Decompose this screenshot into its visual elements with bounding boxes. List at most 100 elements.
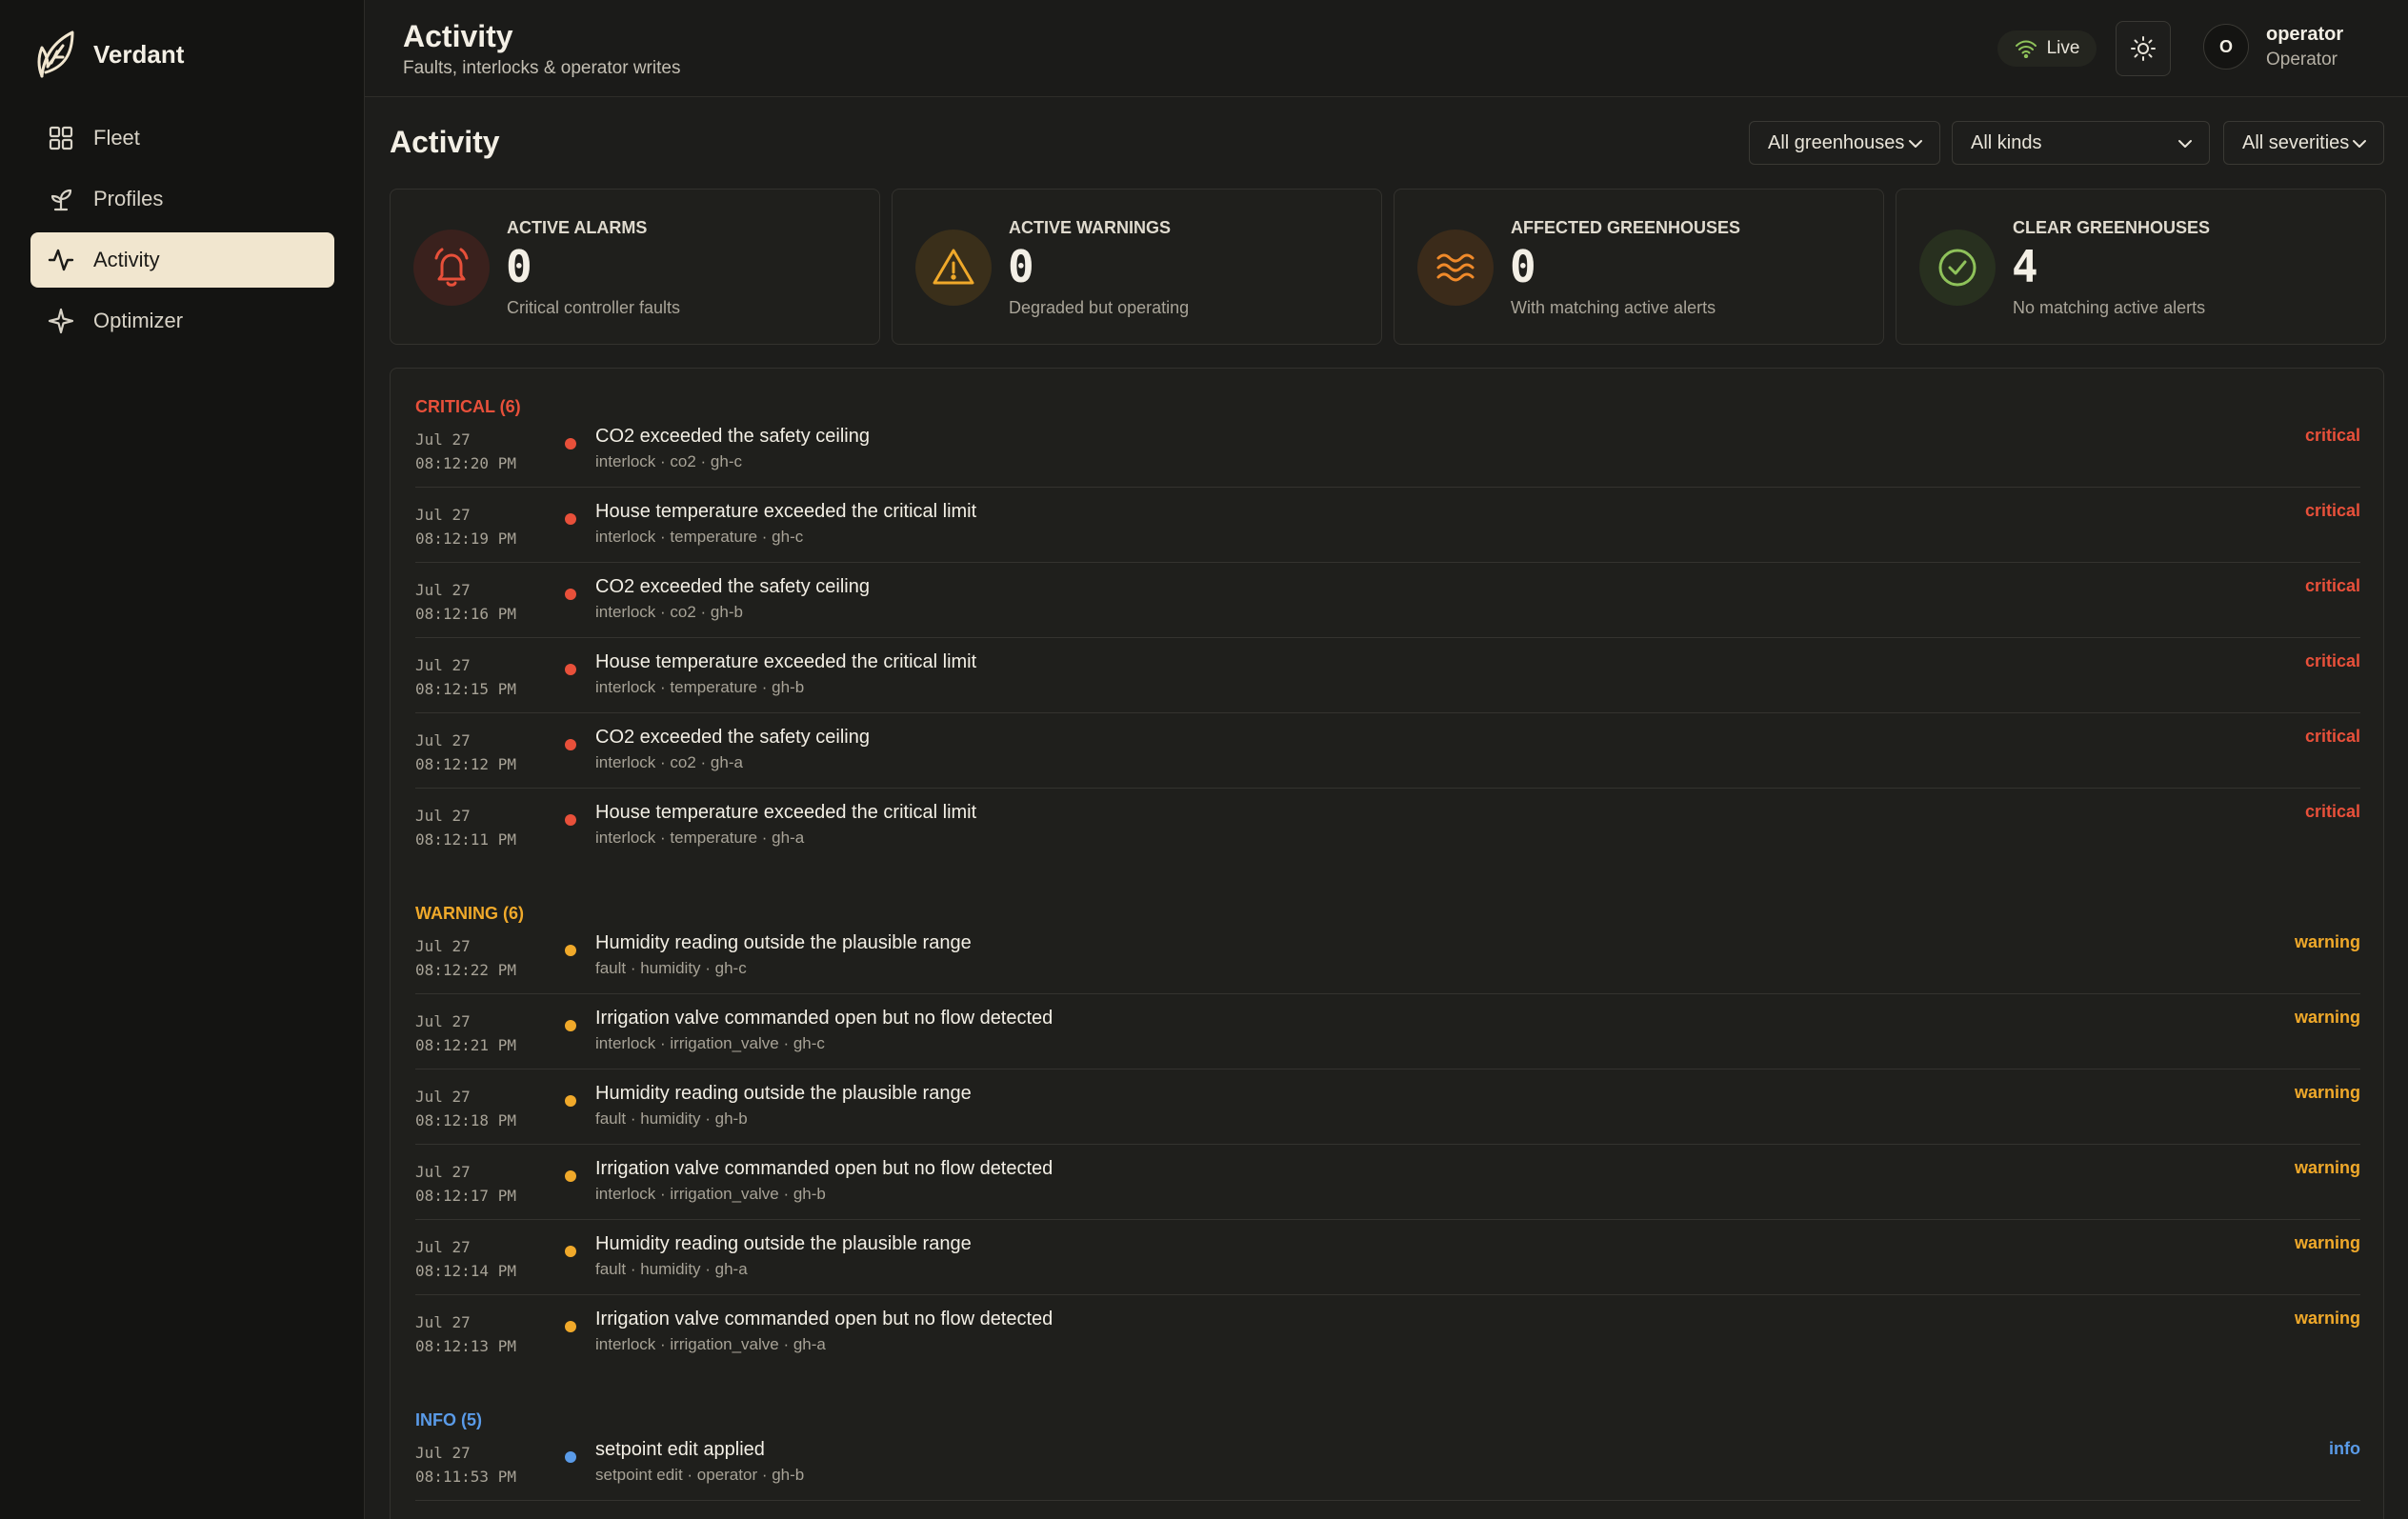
event-row[interactable]: Jul 27 08:12:11 PM House temperature exce… <box>415 789 2360 864</box>
stat-label: ACTIVE WARNINGS <box>1009 218 1172 237</box>
event-title: House temperature exceeded the critical … <box>595 651 977 672</box>
event-title: Humidity reading outside the plausible r… <box>595 932 972 953</box>
event-row[interactable]: Jul 27 08:12:12 PM CO2 exceeded the safet… <box>415 713 2360 789</box>
stat-value: 0 <box>1008 241 1034 292</box>
wifi-icon <box>2015 40 2037 58</box>
stat-description: Degraded but operating <box>1009 298 1190 317</box>
sun-icon <box>2131 36 2156 61</box>
event-timestamp: Jul 27 08:12:11 PM <box>415 807 516 849</box>
event-row[interactable]: Jul 27 08:12:18 PM Humidity reading outsi… <box>415 1069 2360 1145</box>
greenhouse-filter-value: All greenhouses <box>1768 131 1905 153</box>
event-row[interactable]: Jul 27 08:12:14 PM Humidity reading outsi… <box>415 1220 2360 1295</box>
stat-card-clear-greenhouses: CLEAR GREENHOUSES 4 No matching active a… <box>1896 189 2386 345</box>
stat-value: 0 <box>1510 241 1536 292</box>
event-title: House temperature exceeded the critical … <box>595 501 977 522</box>
event-row[interactable]: Jul 27 08:12:17 PM Irrigation valve comma… <box>415 1145 2360 1220</box>
warning-triangle-icon <box>933 249 974 285</box>
severity-dot <box>565 1095 576 1107</box>
severity-label: critical <box>2304 501 2360 520</box>
severity-dot <box>565 1246 576 1257</box>
event-row[interactable]: Jul 27 08:11:53 PM setpoint edit applied … <box>415 1426 2360 1501</box>
severity-filter-value: All severities <box>2242 131 2350 153</box>
event-meta: interlock · temperature · gh-c <box>595 528 804 546</box>
sidebar-item-label: Optimizer <box>93 309 184 332</box>
severity-label: warning <box>2294 1233 2360 1252</box>
event-meta: interlock · temperature · gh-a <box>595 829 805 847</box>
event-timestamp: Jul 27 08:12:13 PM <box>415 1313 516 1355</box>
event-timestamp: Jul 27 08:12:14 PM <box>415 1238 516 1280</box>
stat-description: With matching active alerts <box>1511 298 1716 317</box>
sidebar-item-profiles[interactable]: Profiles <box>30 171 334 227</box>
brand[interactable]: Verdant <box>34 29 184 80</box>
stat-card-active-alarms: ACTIVE ALARMS 0 Critical controller faul… <box>390 189 880 345</box>
activity-feed: CRITICAL (6) Jul 27 08:12:20 PM CO2 excee… <box>390 368 2384 1519</box>
brand-name: Verdant <box>93 39 185 69</box>
severity-dot <box>565 513 576 525</box>
severity-label: critical <box>2304 727 2360 746</box>
event-meta: interlock · temperature · gh-b <box>595 678 805 696</box>
event-row[interactable]: Jul 27 08:12:16 PM CO2 exceeded the safet… <box>415 563 2360 638</box>
severity-dot <box>565 589 576 600</box>
event-row[interactable]: Jul 27 08:12:15 PM House temperature exce… <box>415 638 2360 713</box>
event-meta: interlock · co2 · gh-c <box>595 452 742 470</box>
severity-dot <box>565 438 576 450</box>
event-meta: interlock · irrigation_valve · gh-a <box>595 1335 826 1353</box>
event-row[interactable]: Jul 27 08:12:19 PM House temperature exce… <box>415 488 2360 563</box>
event-title: setpoint edit applied <box>595 1439 765 1460</box>
event-meta: interlock · co2 · gh-a <box>595 753 743 771</box>
stat-icon-wrap <box>1919 230 1996 306</box>
event-timestamp: Jul 27 08:12:12 PM <box>415 731 516 773</box>
stat-description: Critical controller faults <box>507 298 681 317</box>
event-row[interactable]: Jul 27 08:12:13 PM Irrigation valve comma… <box>415 1295 2360 1370</box>
event-meta: setpoint edit · operator · gh-b <box>595 1466 805 1484</box>
activity-icon <box>48 249 74 271</box>
severity-label: info <box>2329 1439 2360 1458</box>
sidebar-item-activity[interactable]: Activity <box>30 232 334 288</box>
severity-dot <box>565 945 576 956</box>
severity-dot <box>565 664 576 675</box>
event-title: Humidity reading outside the plausible r… <box>595 1083 972 1104</box>
event-timestamp: Jul 27 08:12:21 PM <box>415 1012 516 1054</box>
severity-dot <box>565 814 576 826</box>
event-title: CO2 exceeded the safety ceiling <box>595 576 870 597</box>
leaf-logo-icon <box>37 30 74 78</box>
sidebar-nav: Fleet Profiles Activity Optimizer <box>30 110 334 354</box>
event-row[interactable]: Jul 27 08:12:20 PM CO2 exceeded the safet… <box>415 412 2360 488</box>
event-row[interactable]: Jul 27 08:12:21 PM Irrigation valve comma… <box>415 994 2360 1069</box>
top-header: Activity Faults, interlocks & operator w… <box>365 0 2408 97</box>
sprout-icon <box>50 189 72 211</box>
severity-label: warning <box>2294 1158 2360 1177</box>
user-name: operator <box>2266 24 2344 45</box>
event-timestamp: Jul 27 08:11:53 PM <box>415 1444 516 1486</box>
event-row[interactable]: Jul 27 08:12:22 PM Humidity reading outsi… <box>415 919 2360 994</box>
severity-filter-select[interactable]: All severities <box>2223 121 2384 165</box>
event-meta: fault · humidity · gh-c <box>595 959 747 977</box>
kind-filter-select[interactable]: All kinds <box>1952 121 2210 165</box>
event-timestamp: Jul 27 08:12:19 PM <box>415 506 516 548</box>
user-menu[interactable]: O operator Operator <box>2203 21 2343 72</box>
stat-value: 0 <box>506 241 532 292</box>
greenhouse-filter-select[interactable]: All greenhouses <box>1749 121 1940 165</box>
severity-label: critical <box>2304 576 2360 595</box>
sidebar-item-optimizer[interactable]: Optimizer <box>30 293 334 349</box>
stat-icon-wrap <box>413 230 490 306</box>
event-timestamp: Jul 27 08:12:16 PM <box>415 581 516 623</box>
chevron-down-icon <box>2353 140 2366 148</box>
event-meta: interlock · irrigation_valve · gh-c <box>595 1034 825 1052</box>
chevron-down-icon <box>1909 140 1922 148</box>
theme-toggle-button[interactable] <box>2116 21 2171 76</box>
live-label: Live <box>2046 38 2080 58</box>
event-title: Irrigation valve commanded open but no f… <box>595 1309 1054 1329</box>
severity-label: critical <box>2304 426 2360 445</box>
stat-label: AFFECTED GREENHOUSES <box>1511 218 1741 237</box>
stat-card-active-warnings: ACTIVE WARNINGS 0 Degraded but operating <box>892 189 1382 345</box>
chevron-down-icon <box>2178 140 2192 148</box>
severity-label: warning <box>2294 1309 2360 1328</box>
event-timestamp: Jul 27 08:12:17 PM <box>415 1163 516 1205</box>
event-title: CO2 exceeded the safety ceiling <box>595 426 870 447</box>
severity-dot <box>565 739 576 750</box>
user-role: Operator <box>2266 50 2338 70</box>
event-timestamp: Jul 27 08:12:18 PM <box>415 1088 516 1129</box>
sidebar-item-fleet[interactable]: Fleet <box>30 110 334 166</box>
severity-label: warning <box>2294 1008 2360 1027</box>
